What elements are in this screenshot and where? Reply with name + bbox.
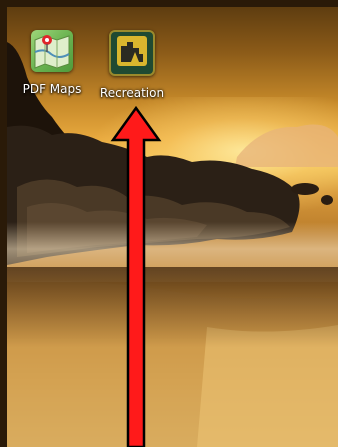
arrow-up-icon — [110, 105, 162, 447]
